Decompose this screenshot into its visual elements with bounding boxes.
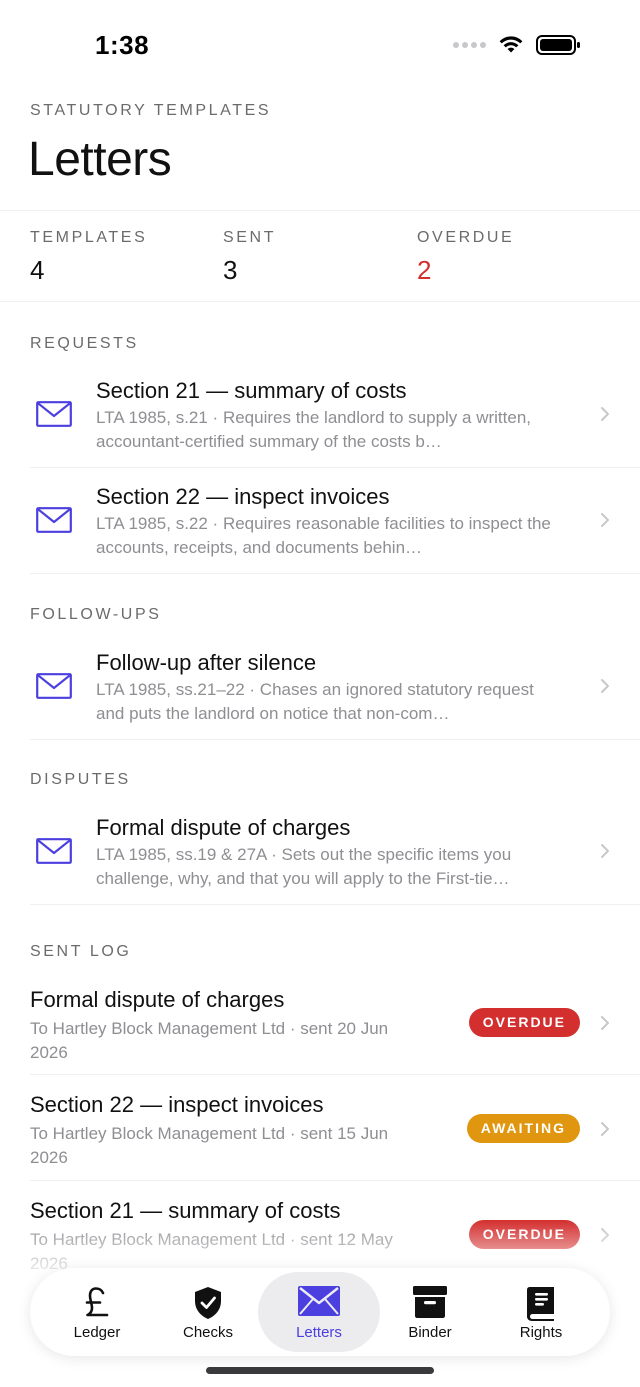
status-icons — [453, 34, 582, 56]
sent-log-title: Section 22 — inspect invoices — [30, 1092, 324, 1117]
home-indicator[interactable] — [206, 1367, 434, 1374]
stats-strip: TEMPLATES 4 SENT 3 OVERDUE 2 — [0, 210, 640, 302]
template-title: Section 22 — inspect invoices — [96, 484, 390, 509]
status-badge-awaiting: AWAITING — [466, 1114, 580, 1143]
tab-label: Rights — [519, 1324, 563, 1341]
wifi-icon — [499, 36, 523, 53]
stat-overdue: OVERDUE 2 — [417, 229, 514, 286]
stat-value: 2 — [417, 255, 432, 285]
sent-log-row[interactable]: Section 21 — summary of costs To Hartley… — [30, 1198, 640, 1278]
chevron-right-icon — [601, 844, 609, 858]
envelope-icon — [36, 507, 72, 533]
archive-box-icon — [413, 1286, 447, 1318]
pound-icon — [85, 1287, 109, 1317]
stat-value: 4 — [30, 255, 45, 285]
chevron-right-icon — [601, 1122, 609, 1136]
template-row-section-22[interactable]: Section 22 — inspect invoices LTA 1985, … — [30, 468, 640, 574]
sent-log-details: To Hartley Block Management Ltd · sent 1… — [30, 1124, 389, 1167]
stat-label: TEMPLATES — [30, 229, 148, 246]
book-icon — [527, 1287, 554, 1321]
tab-label: Checks — [182, 1324, 234, 1341]
section-label-follow-ups: FOLLOW-UPS — [30, 606, 162, 623]
stat-label: SENT — [223, 229, 277, 246]
cellular-signal-icon — [453, 42, 486, 48]
tab-bar: Ledger Checks Letters Binder Rights — [30, 1268, 610, 1356]
tab-label: Binder — [408, 1324, 452, 1341]
template-row-section-21[interactable]: Section 21 — summary of costs LTA 1985, … — [30, 362, 640, 468]
chevron-right-icon — [601, 513, 609, 527]
stat-value: 3 — [223, 255, 238, 285]
tab-label: Ledger — [73, 1324, 121, 1341]
chevron-right-icon — [601, 1016, 609, 1030]
sent-log-details: To Hartley Block Management Ltd · sent 2… — [30, 1019, 389, 1062]
status-bar: 1:38 — [0, 0, 640, 90]
tab-ledger[interactable]: Ledger — [36, 1272, 158, 1352]
template-description: LTA 1985, ss.19 & 27A · Sets out the spe… — [96, 845, 512, 888]
tab-rights[interactable]: Rights — [480, 1272, 602, 1352]
status-time: 1:38 — [95, 30, 150, 60]
section-label-disputes: DISPUTES — [30, 771, 131, 788]
template-description: LTA 1985, s.22 · Requires reasonable fac… — [96, 514, 551, 557]
chevron-right-icon — [601, 407, 609, 421]
template-title: Formal dispute of charges — [96, 815, 351, 840]
template-title: Follow-up after silence — [96, 650, 317, 675]
battery-icon — [536, 35, 580, 55]
status-badge-overdue: OVERDUE — [468, 1220, 580, 1249]
status-badge-overdue: OVERDUE — [468, 1008, 580, 1037]
template-title: Section 21 — summary of costs — [96, 378, 407, 403]
section-label-requests: REQUESTS — [30, 335, 139, 352]
stat-templates: TEMPLATES 4 — [30, 229, 147, 286]
page-eyebrow: STATUTORY TEMPLATES — [30, 102, 272, 119]
tab-binder[interactable]: Binder — [369, 1272, 491, 1352]
sent-log-title: Formal dispute of charges — [30, 987, 285, 1012]
template-description: LTA 1985, s.21 · Requires the landlord t… — [96, 408, 532, 451]
shield-check-icon — [195, 1287, 221, 1319]
section-label-sent-log: SENT LOG — [30, 943, 132, 960]
tab-label: Letters — [296, 1324, 342, 1341]
stat-label: OVERDUE — [417, 229, 515, 246]
envelope-icon — [36, 838, 72, 864]
envelope-icon — [36, 673, 72, 699]
envelope-icon — [36, 401, 72, 427]
sent-log-row[interactable]: Formal dispute of charges To Hartley Blo… — [30, 987, 640, 1075]
template-row-formal-dispute[interactable]: Formal dispute of charges LTA 1985, ss.1… — [30, 799, 640, 905]
sent-log-title: Section 21 — summary of costs — [30, 1198, 341, 1223]
tab-letters[interactable]: Letters — [258, 1272, 380, 1352]
template-row-follow-up[interactable]: Follow-up after silence LTA 1985, ss.21–… — [30, 634, 640, 740]
chevron-right-icon — [601, 679, 609, 693]
sent-log-row[interactable]: Section 22 — inspect invoices To Hartley… — [30, 1092, 640, 1181]
page-title: Letters — [28, 133, 172, 186]
chevron-right-icon — [601, 1228, 609, 1242]
tab-checks[interactable]: Checks — [147, 1272, 269, 1352]
template-description: LTA 1985, ss.21–22 · Chases an ignored s… — [96, 680, 534, 723]
envelope-icon — [298, 1286, 340, 1316]
stat-sent: SENT 3 — [223, 229, 276, 286]
